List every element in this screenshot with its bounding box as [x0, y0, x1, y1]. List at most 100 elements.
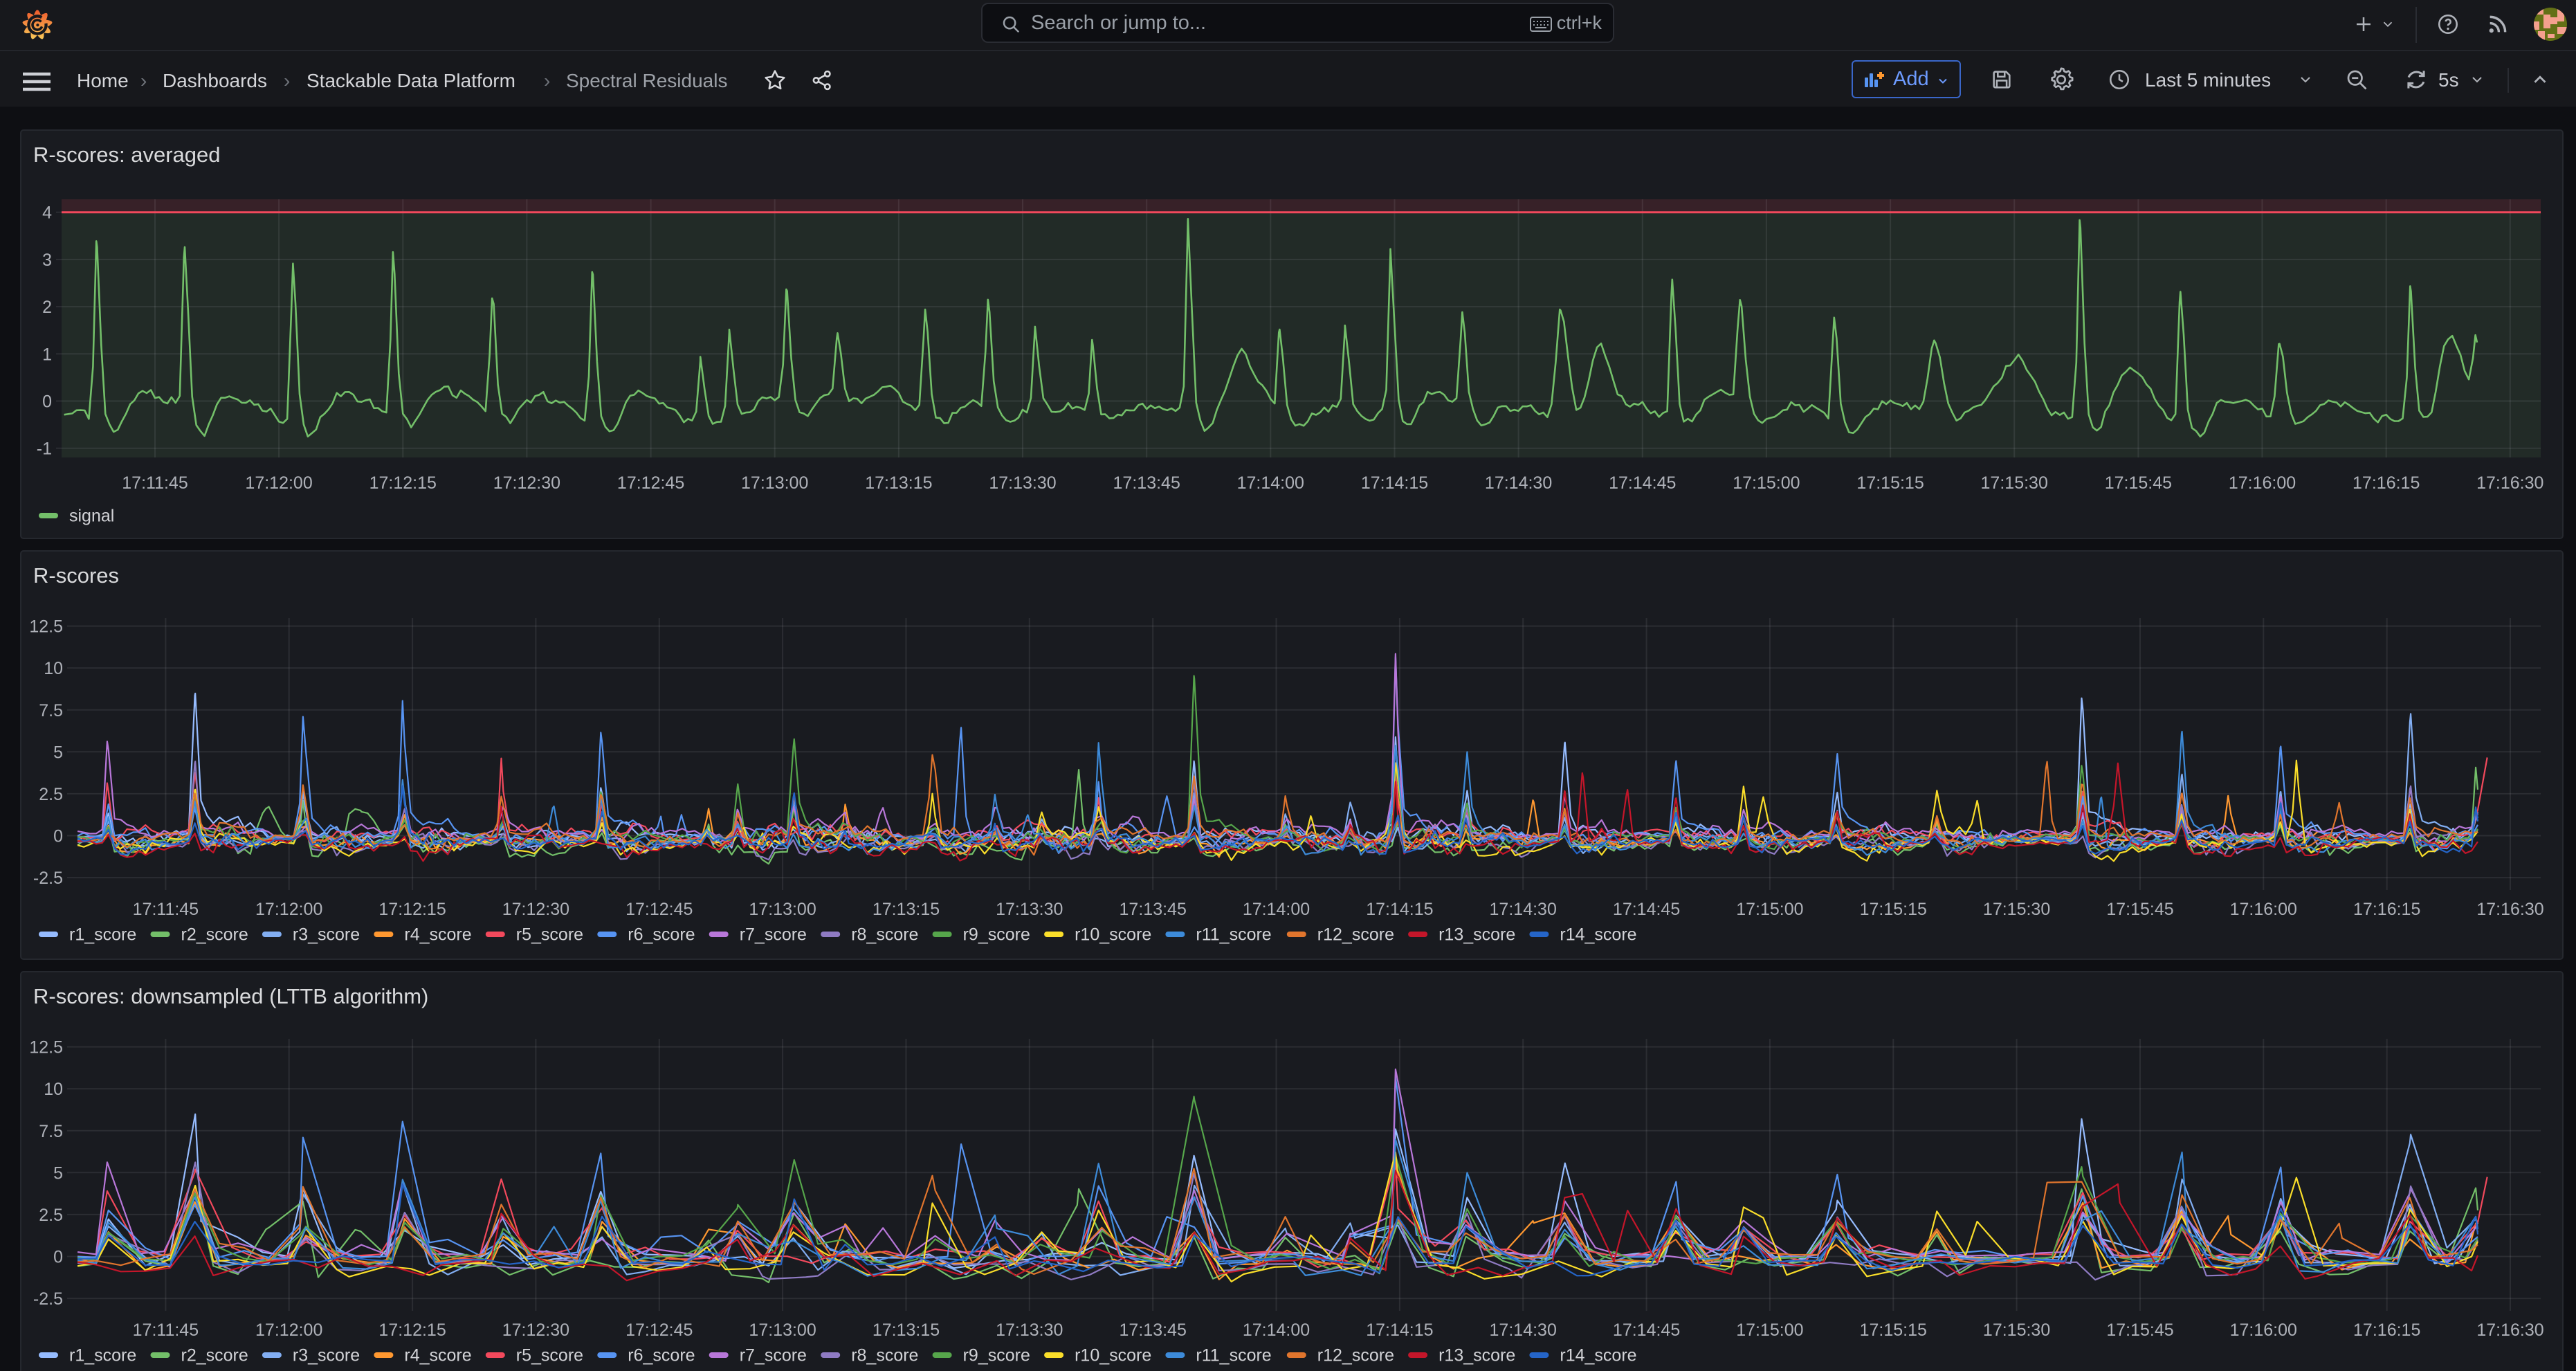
svg-text:17:16:15: 17:16:15: [2353, 1320, 2420, 1340]
svg-text:R-scores: R-scores: [33, 563, 119, 588]
svg-text:17:14:30: 17:14:30: [1485, 473, 1552, 493]
svg-text:17:16:30: 17:16:30: [2476, 900, 2543, 919]
svg-text:17:15:15: 17:15:15: [1860, 1320, 1927, 1340]
svg-text:17:12:00: 17:12:00: [255, 900, 322, 919]
svg-text:17:14:00: 17:14:00: [1243, 1320, 1310, 1340]
svg-text:17:13:30: 17:13:30: [989, 473, 1056, 493]
svg-text:r7_score: r7_score: [740, 1346, 807, 1365]
svg-text:r5_score: r5_score: [516, 1346, 583, 1365]
svg-text:17:16:00: 17:16:00: [2230, 1320, 2297, 1340]
svg-text:r4_score: r4_score: [404, 1346, 471, 1365]
svg-text:17:12:15: 17:12:15: [378, 900, 446, 919]
svg-text:r1_score: r1_score: [69, 1346, 136, 1365]
svg-text:10: 10: [44, 659, 63, 678]
svg-text:10: 10: [44, 1080, 63, 1099]
svg-text:r4_score: r4_score: [404, 925, 471, 945]
svg-text:-2.5: -2.5: [33, 1289, 63, 1309]
svg-text:17:15:30: 17:15:30: [1981, 473, 2048, 493]
svg-text:17:14:45: 17:14:45: [1613, 900, 1680, 919]
svg-text:r13_score: r13_score: [1438, 925, 1515, 945]
svg-text:17:12:45: 17:12:45: [625, 1320, 693, 1340]
svg-text:17:14:15: 17:14:15: [1366, 1320, 1433, 1340]
svg-text:17:16:30: 17:16:30: [2476, 1320, 2543, 1340]
svg-text:17:13:15: 17:13:15: [873, 1320, 940, 1340]
svg-text:17:15:00: 17:15:00: [1736, 900, 1803, 919]
svg-text:17:15:45: 17:15:45: [2105, 473, 2172, 493]
svg-text:r12_score: r12_score: [1317, 925, 1394, 945]
svg-text:r10_score: r10_score: [1075, 925, 1151, 945]
svg-text:17:13:30: 17:13:30: [996, 900, 1063, 919]
svg-text:-2.5: -2.5: [33, 869, 63, 888]
svg-text:17:13:00: 17:13:00: [749, 1320, 816, 1340]
svg-text:17:15:15: 17:15:15: [1860, 900, 1927, 919]
svg-text:r12_score: r12_score: [1317, 1346, 1394, 1365]
svg-text:17:15:00: 17:15:00: [1736, 1320, 1803, 1340]
svg-text:17:12:45: 17:12:45: [625, 900, 693, 919]
svg-text:17:16:00: 17:16:00: [2229, 473, 2296, 493]
svg-text:12.5: 12.5: [29, 1038, 63, 1057]
svg-text:r2_score: r2_score: [181, 925, 248, 945]
svg-text:17:12:30: 17:12:30: [502, 900, 569, 919]
svg-text:0: 0: [53, 1248, 63, 1267]
svg-text:17:14:15: 17:14:15: [1361, 473, 1428, 493]
svg-text:r6_score: r6_score: [628, 1346, 695, 1365]
svg-text:17:15:45: 17:15:45: [2106, 1320, 2173, 1340]
svg-text:r11_score: r11_score: [1196, 925, 1271, 945]
svg-text:17:14:30: 17:14:30: [1490, 1320, 1557, 1340]
svg-text:r9_score: r9_score: [963, 1346, 1030, 1365]
svg-text:7.5: 7.5: [39, 1122, 63, 1141]
svg-text:r2_score: r2_score: [181, 1346, 248, 1365]
svg-text:r7_score: r7_score: [740, 925, 807, 945]
svg-text:17:15:30: 17:15:30: [1983, 900, 2050, 919]
svg-text:17:14:00: 17:14:00: [1237, 473, 1304, 493]
svg-text:2.5: 2.5: [39, 1206, 63, 1225]
svg-text:17:13:00: 17:13:00: [749, 900, 816, 919]
svg-text:0: 0: [53, 827, 63, 846]
svg-text:r8_score: r8_score: [851, 1346, 918, 1365]
svg-text:17:15:45: 17:15:45: [2106, 900, 2173, 919]
svg-text:3: 3: [42, 251, 52, 270]
svg-text:r6_score: r6_score: [628, 925, 695, 945]
svg-text:r14_score: r14_score: [1560, 1346, 1636, 1365]
svg-text:17:13:15: 17:13:15: [873, 900, 940, 919]
svg-text:17:11:45: 17:11:45: [133, 900, 199, 919]
svg-text:17:16:15: 17:16:15: [2353, 900, 2420, 919]
svg-text:R-scores: averaged: R-scores: averaged: [33, 143, 221, 167]
svg-text:r3_score: r3_score: [293, 1346, 360, 1365]
svg-text:17:12:45: 17:12:45: [617, 473, 684, 493]
svg-text:r14_score: r14_score: [1560, 925, 1636, 945]
svg-text:17:15:30: 17:15:30: [1983, 1320, 2050, 1340]
svg-text:17:16:00: 17:16:00: [2230, 900, 2297, 919]
svg-text:r5_score: r5_score: [516, 925, 583, 945]
svg-text:r8_score: r8_score: [851, 925, 918, 945]
svg-text:7.5: 7.5: [39, 701, 63, 720]
svg-text:17:12:30: 17:12:30: [493, 473, 560, 493]
svg-text:0: 0: [42, 392, 52, 412]
svg-text:17:14:45: 17:14:45: [1609, 473, 1676, 493]
svg-text:r11_score: r11_score: [1196, 1346, 1271, 1365]
svg-text:1: 1: [42, 345, 52, 364]
svg-text:17:11:45: 17:11:45: [122, 473, 188, 493]
svg-text:r9_score: r9_score: [963, 925, 1030, 945]
svg-text:2.5: 2.5: [39, 785, 63, 804]
svg-text:17:15:15: 17:15:15: [1856, 473, 1924, 493]
svg-text:5: 5: [53, 1163, 63, 1183]
svg-text:r3_score: r3_score: [293, 925, 360, 945]
svg-text:17:16:15: 17:16:15: [2353, 473, 2420, 493]
svg-text:17:14:45: 17:14:45: [1613, 1320, 1680, 1340]
svg-text:17:16:30: 17:16:30: [2476, 473, 2543, 493]
svg-text:17:14:30: 17:14:30: [1490, 900, 1557, 919]
svg-text:17:13:30: 17:13:30: [996, 1320, 1063, 1340]
svg-text:2: 2: [42, 298, 52, 317]
svg-text:r10_score: r10_score: [1075, 1346, 1151, 1365]
svg-text:17:13:00: 17:13:00: [741, 473, 808, 493]
svg-text:-1: -1: [37, 439, 52, 459]
svg-text:R-scores: downsampled (LTTB al: R-scores: downsampled (LTTB algorithm): [33, 984, 428, 1008]
svg-text:17:12:15: 17:12:15: [378, 1320, 446, 1340]
svg-text:r13_score: r13_score: [1438, 1346, 1515, 1365]
svg-text:17:13:45: 17:13:45: [1120, 900, 1187, 919]
svg-text:signal: signal: [69, 507, 114, 526]
svg-text:17:12:15: 17:12:15: [369, 473, 437, 493]
svg-text:17:14:00: 17:14:00: [1243, 900, 1310, 919]
svg-text:r1_score: r1_score: [69, 925, 136, 945]
